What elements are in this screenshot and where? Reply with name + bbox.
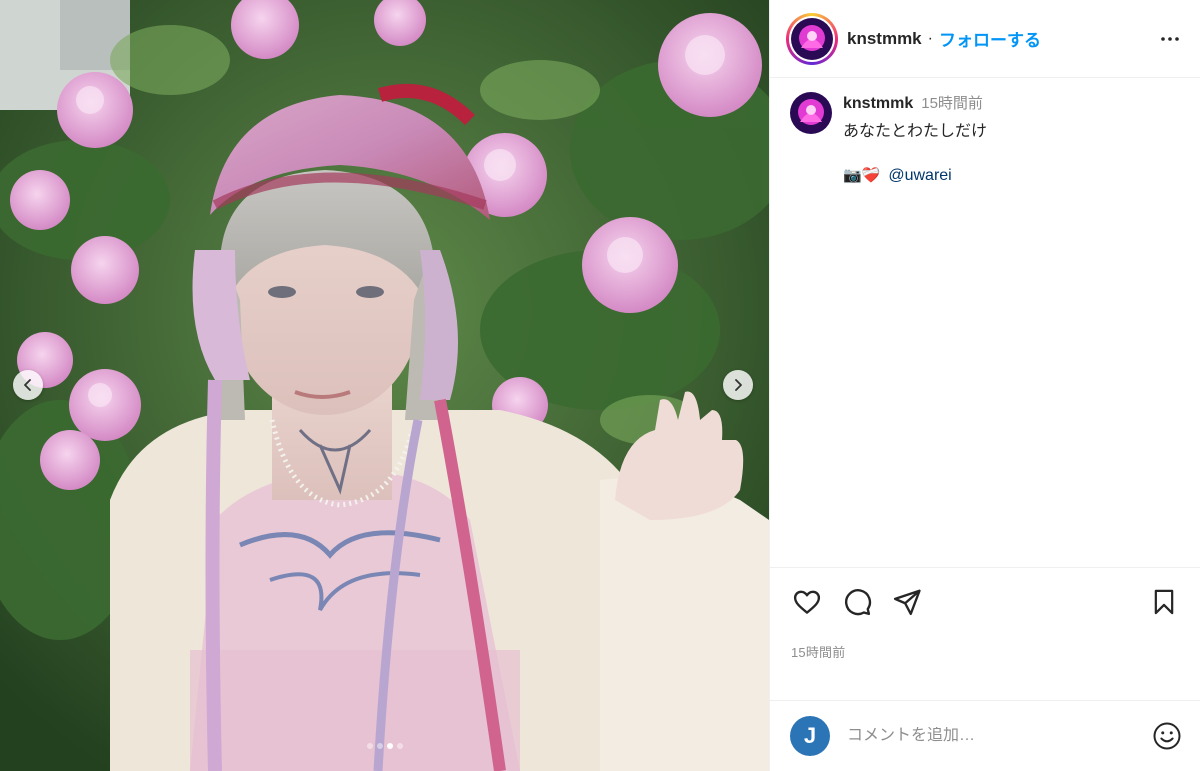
avatar (791, 17, 833, 60)
post-photo (0, 0, 769, 771)
post-caption: knstmmk 15時間前 あなたとわたしだけ 📷❤️‍🩹 @uwarei (770, 78, 1200, 185)
chevron-right-icon (735, 379, 742, 391)
carousel-dot (376, 743, 383, 749)
more-options-button[interactable] (1156, 25, 1184, 53)
emoji-button[interactable] (1151, 720, 1183, 752)
save-button[interactable] (1147, 585, 1181, 619)
send-icon (893, 589, 921, 616)
post-timestamp[interactable]: 15時間前 (770, 620, 1200, 661)
caption-username[interactable]: knstmmk (843, 95, 913, 113)
mention-link[interactable]: @uwarei (888, 167, 951, 185)
heart-icon (793, 590, 821, 614)
comment-icon (844, 589, 872, 616)
header-separator: · (927, 29, 933, 47)
like-button[interactable] (790, 585, 824, 619)
photo-credit: 📷❤️‍🩹 @uwarei (843, 167, 987, 185)
share-button[interactable] (890, 585, 924, 619)
carousel-dot (366, 743, 373, 749)
carousel-dot (396, 743, 403, 749)
carousel-prev-button[interactable] (13, 370, 43, 400)
header-username[interactable]: knstmmk (847, 29, 922, 49)
actions-section: 15時間前 (770, 567, 1200, 661)
comment-input[interactable] (847, 727, 1151, 745)
carousel-dot-active (386, 743, 393, 749)
caption-avatar[interactable] (790, 92, 832, 134)
camera-heart-emoji: 📷❤️‍🩹 (843, 167, 881, 184)
story-ring[interactable] (786, 12, 838, 65)
post-header: knstmmk · フォローする (770, 0, 1200, 78)
commenter-avatar: J (790, 716, 830, 756)
carousel-next-button[interactable] (723, 370, 753, 400)
chevron-left-icon (24, 379, 31, 391)
more-horizontal-icon (1161, 36, 1179, 41)
post-media (0, 0, 769, 771)
smiley-icon (1153, 722, 1181, 750)
carousel-indicator (0, 743, 769, 749)
caption-text: あなたとわたしだけ (843, 123, 988, 140)
follow-button[interactable]: フォローする (939, 26, 1041, 51)
post-sidebar: knstmmk · フォローする knstmmk 15時間前 あなたとわたしだけ… (769, 0, 1200, 771)
instagram-post: knstmmk · フォローする knstmmk 15時間前 あなたとわたしだけ… (0, 0, 1200, 771)
bookmark-icon (1154, 589, 1174, 615)
comment-button[interactable] (840, 585, 874, 619)
action-bar (770, 568, 1200, 620)
caption-timestamp[interactable]: 15時間前 (921, 92, 983, 113)
add-comment-bar: J (770, 700, 1200, 771)
